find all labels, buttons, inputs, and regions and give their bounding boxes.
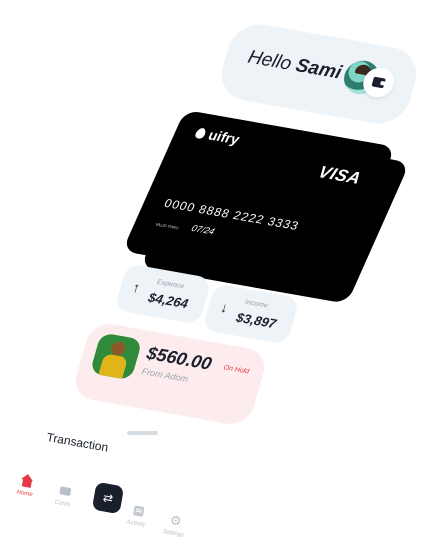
app-screen: Hello Sami uifry VISA 0000 8888 2222 333… [0, 0, 446, 559]
card-icon [57, 483, 73, 499]
nav-settings-label: Settings [162, 529, 185, 539]
status-badge: On Hold [222, 364, 250, 376]
card-logo: uifry [193, 125, 243, 148]
greeting-header: Hello Sami [214, 19, 424, 129]
payer-photo [89, 332, 143, 381]
card-number: 0000 8888 2222 3333 [162, 196, 302, 233]
pending-payment[interactable]: $560.00 From Adom On Hold [70, 320, 270, 428]
arrow-down-icon: ↓ [218, 298, 231, 316]
section-title: Transaction [45, 430, 110, 455]
expense-label: Expence [156, 278, 185, 291]
valid-thru-value: 07/24 [189, 223, 217, 237]
wallet-icon [371, 76, 386, 89]
transfer-button[interactable]: ⇄ [91, 481, 125, 515]
activity-icon [130, 503, 146, 519]
nav-home-label: Home [16, 489, 33, 499]
gear-icon: ⚙ [168, 512, 183, 529]
transfer-icon: ⇄ [101, 490, 115, 506]
valid-thru-label: VALID THRU [154, 221, 180, 231]
user-name: Sami [293, 55, 344, 84]
greeting-text: Hello Sami [245, 46, 344, 85]
expense-value: $4,264 [146, 289, 190, 312]
nav-cards-label: Cards [54, 499, 71, 509]
nav-cards[interactable]: Cards [54, 483, 74, 508]
nav-activity[interactable]: Activity [126, 503, 149, 529]
home-icon [19, 473, 35, 489]
logo-icon [194, 126, 208, 139]
nav-settings[interactable]: ⚙ Settings [162, 512, 187, 539]
nav-home[interactable]: Home [16, 473, 36, 498]
arrow-up-icon: ↑ [130, 278, 143, 296]
card-network: VISA [315, 162, 365, 188]
income-label: Income [244, 298, 269, 310]
nav-activity-label: Activity [126, 519, 146, 529]
card-brand: uifry [205, 126, 243, 148]
greeting-word: Hello [245, 46, 294, 75]
income-value: $3,897 [234, 309, 278, 332]
drag-handle[interactable] [127, 431, 158, 435]
